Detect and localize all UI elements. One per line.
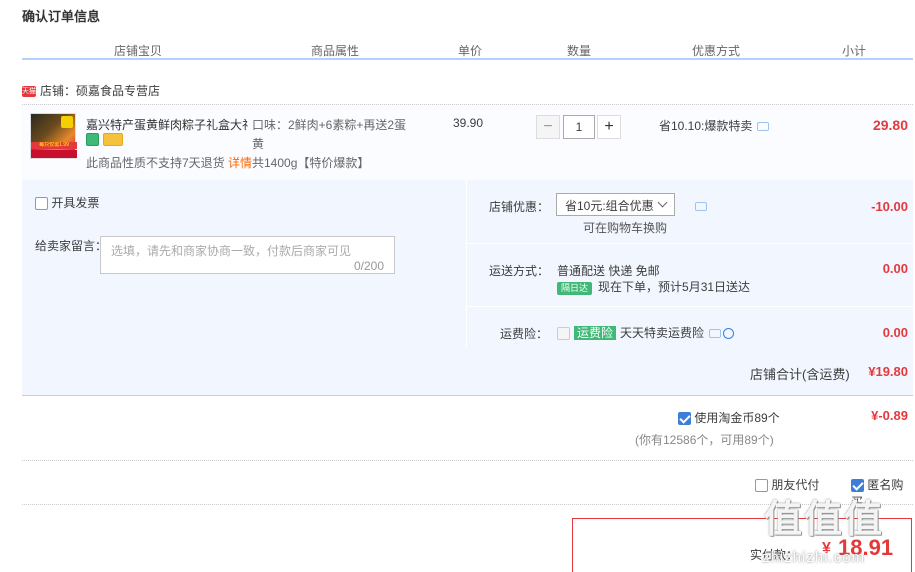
divider bbox=[466, 180, 467, 348]
qty-minus-button[interactable]: − bbox=[536, 115, 560, 139]
promo-method: 省10.10:爆款特卖 bbox=[659, 117, 770, 134]
shop-discount-value: 省10元:组合优惠 bbox=[565, 199, 654, 213]
attr-line-2: 共1400g【特价爆款】 bbox=[252, 156, 370, 170]
watermark-site: zhizhizhi.com bbox=[762, 549, 866, 566]
invoice-option[interactable]: 开具发票 bbox=[35, 194, 99, 211]
item-subtotal: 29.80 bbox=[872, 117, 908, 133]
tmall-icon: 天猫 bbox=[22, 86, 36, 98]
insurance-badge: 运费险 bbox=[574, 326, 617, 340]
comment-icon[interactable] bbox=[695, 202, 707, 212]
invoice-label: 开具发票 bbox=[51, 196, 100, 210]
product-attributes: 口味：2鲜肉+6素粽+再送2蛋黄 共1400g【特价爆款】 bbox=[252, 116, 418, 173]
message-char-count: 0/200 bbox=[354, 259, 385, 273]
comment-icon[interactable] bbox=[709, 329, 722, 339]
invoice-checkbox[interactable] bbox=[35, 197, 48, 211]
shipping-eta-text: 现在下单，预计5月31日送达 bbox=[598, 280, 751, 294]
insurance-text: 天天特卖运费险 bbox=[620, 326, 705, 340]
divider bbox=[466, 243, 913, 244]
col-attributes: 商品属性 bbox=[311, 44, 360, 58]
shop-discount-label: 店铺优惠： bbox=[489, 200, 550, 214]
qty-input[interactable]: 1 bbox=[563, 115, 595, 139]
next-day-badge: 隔日达 bbox=[557, 282, 593, 295]
product-thumbnail[interactable]: 每只仅需1.99 bbox=[30, 113, 77, 159]
taojinbi-option[interactable]: 使用淘金币89个 bbox=[678, 409, 780, 426]
shipping-eta: 隔日达 现在下单，预计5月31日送达 bbox=[557, 278, 750, 295]
message-label: 给卖家留言： bbox=[35, 239, 108, 253]
insurance-checkbox bbox=[557, 327, 570, 341]
col-qty: 数量 bbox=[567, 44, 592, 58]
card-badge-icon bbox=[103, 133, 123, 146]
shop-discount-amount: -10.00 bbox=[871, 199, 908, 214]
promo-sticker bbox=[61, 116, 73, 128]
col-price: 单价 bbox=[458, 44, 483, 58]
comment-icon[interactable] bbox=[757, 122, 770, 132]
taojinbi-amount: ¥-0.89 bbox=[871, 408, 908, 423]
shop-discount-hint: 可在购物车换购 bbox=[583, 221, 668, 235]
chevron-down-icon bbox=[657, 197, 668, 208]
no-return-note: 此商品性质不支持7天退货 详情 bbox=[86, 154, 252, 171]
shop-discount-select[interactable]: 省10元:组合优惠 bbox=[556, 193, 675, 216]
shipping-amount: 0.00 bbox=[882, 261, 908, 276]
detail-link[interactable]: 详情 bbox=[228, 156, 252, 170]
taojinbi-note: (你有12586个，可用89个) bbox=[635, 433, 774, 447]
page-title: 确认订单信息 bbox=[22, 9, 101, 24]
shop-row: 天猫 店铺：硕嘉食品专营店 bbox=[22, 82, 160, 99]
help-icon[interactable] bbox=[723, 328, 735, 340]
promo-text: 省10.10:爆款特卖 bbox=[659, 119, 753, 133]
taojinbi-checkbox[interactable] bbox=[678, 412, 691, 426]
col-shop-item: 店铺宝贝 bbox=[114, 44, 163, 58]
shop-total-amount: ¥19.80 bbox=[868, 364, 908, 379]
seller-message-input[interactable]: 选填，请先和商家协商一致，付款后商家可见 bbox=[100, 236, 395, 274]
shipping-method: 普通配送 快递 免邮 bbox=[557, 264, 660, 278]
insurance-option: 运费险 天天特卖运费险 bbox=[557, 324, 735, 341]
service-badge-icon bbox=[86, 133, 99, 146]
taojinbi-label: 使用淘金币89个 bbox=[694, 411, 780, 425]
qty-plus-button[interactable]: + bbox=[597, 115, 621, 139]
divider bbox=[22, 460, 913, 461]
shop-total-label: 店铺合计(含运费) bbox=[750, 367, 850, 382]
col-promo: 优惠方式 bbox=[692, 44, 741, 58]
thumbnail-band bbox=[31, 150, 77, 158]
shipping-label: 运送方式： bbox=[489, 264, 550, 278]
thumbnail-caption: 每只仅需1.99 bbox=[31, 142, 77, 149]
insurance-label: 运费险： bbox=[500, 327, 549, 341]
shop-name[interactable]: 店铺：硕嘉食品专营店 bbox=[40, 84, 160, 98]
watermark-logo: 值值值 bbox=[764, 499, 885, 541]
divider bbox=[466, 306, 913, 307]
unit-price: 39.90 bbox=[453, 116, 484, 130]
product-name-link[interactable]: 嘉兴特产蛋黄鲜肉粽子礼盒大礼... bbox=[86, 116, 248, 133]
no-return-text: 此商品性质不支持7天退货 bbox=[86, 156, 225, 170]
attr-line-1: 口味：2鲜肉+6素粽+再送2蛋黄 bbox=[252, 118, 407, 151]
table-header: 店铺宝贝 商品属性 单价 数量 优惠方式 小计 bbox=[22, 40, 913, 60]
col-subtotal: 小计 bbox=[842, 44, 867, 58]
insurance-amount: 0.00 bbox=[882, 325, 908, 340]
